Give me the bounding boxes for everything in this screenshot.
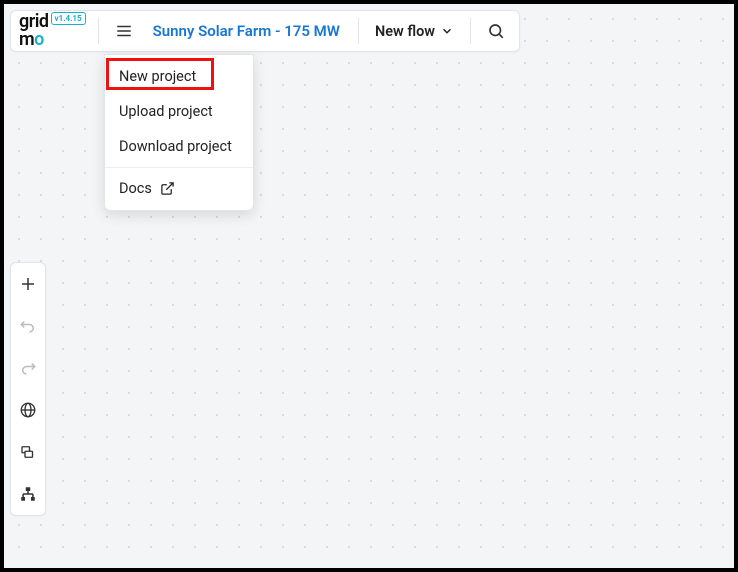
globe-button[interactable] bbox=[11, 389, 45, 431]
version-badge: v1.4.15 bbox=[51, 12, 86, 25]
divider bbox=[358, 18, 359, 44]
main-menu-dropdown: New project Upload project Download proj… bbox=[104, 54, 254, 211]
menu-item-label: New project bbox=[119, 68, 196, 85]
menu-item-label: Docs bbox=[119, 180, 152, 197]
app-logo[interactable]: gridmo v1.4.15 bbox=[19, 13, 90, 49]
search-icon bbox=[487, 22, 505, 40]
layers-icon bbox=[19, 443, 37, 461]
menu-item-label: Upload project bbox=[119, 103, 213, 120]
search-button[interactable] bbox=[479, 14, 513, 48]
layers-button[interactable] bbox=[11, 431, 45, 473]
top-toolbar: gridmo v1.4.15 Sunny Solar Farm - 175 MW… bbox=[10, 10, 520, 52]
globe-icon bbox=[19, 401, 37, 419]
new-flow-label: New flow bbox=[375, 23, 435, 40]
menu-item-docs[interactable]: Docs bbox=[105, 171, 253, 206]
redo-button[interactable] bbox=[11, 347, 45, 389]
hamburger-menu-button[interactable] bbox=[107, 14, 141, 48]
undo-button[interactable] bbox=[11, 305, 45, 347]
hamburger-icon bbox=[115, 22, 133, 40]
add-button[interactable] bbox=[11, 263, 45, 305]
chevron-down-icon bbox=[440, 24, 454, 38]
undo-icon bbox=[19, 317, 37, 335]
menu-item-upload-project[interactable]: Upload project bbox=[105, 94, 253, 129]
tree-icon bbox=[19, 485, 37, 503]
menu-item-label: Download project bbox=[119, 138, 232, 155]
divider bbox=[98, 18, 99, 44]
new-flow-dropdown[interactable]: New flow bbox=[367, 23, 462, 40]
external-link-icon bbox=[160, 181, 175, 196]
side-toolbar bbox=[10, 262, 46, 516]
tree-button[interactable] bbox=[11, 473, 45, 515]
plus-icon bbox=[19, 275, 37, 293]
menu-separator bbox=[105, 167, 253, 168]
project-name[interactable]: Sunny Solar Farm - 175 MW bbox=[143, 22, 350, 40]
menu-item-download-project[interactable]: Download project bbox=[105, 129, 253, 164]
menu-item-new-project[interactable]: New project bbox=[105, 59, 253, 94]
divider bbox=[470, 18, 471, 44]
redo-icon bbox=[19, 359, 37, 377]
logo-text: gridmo bbox=[19, 13, 49, 49]
